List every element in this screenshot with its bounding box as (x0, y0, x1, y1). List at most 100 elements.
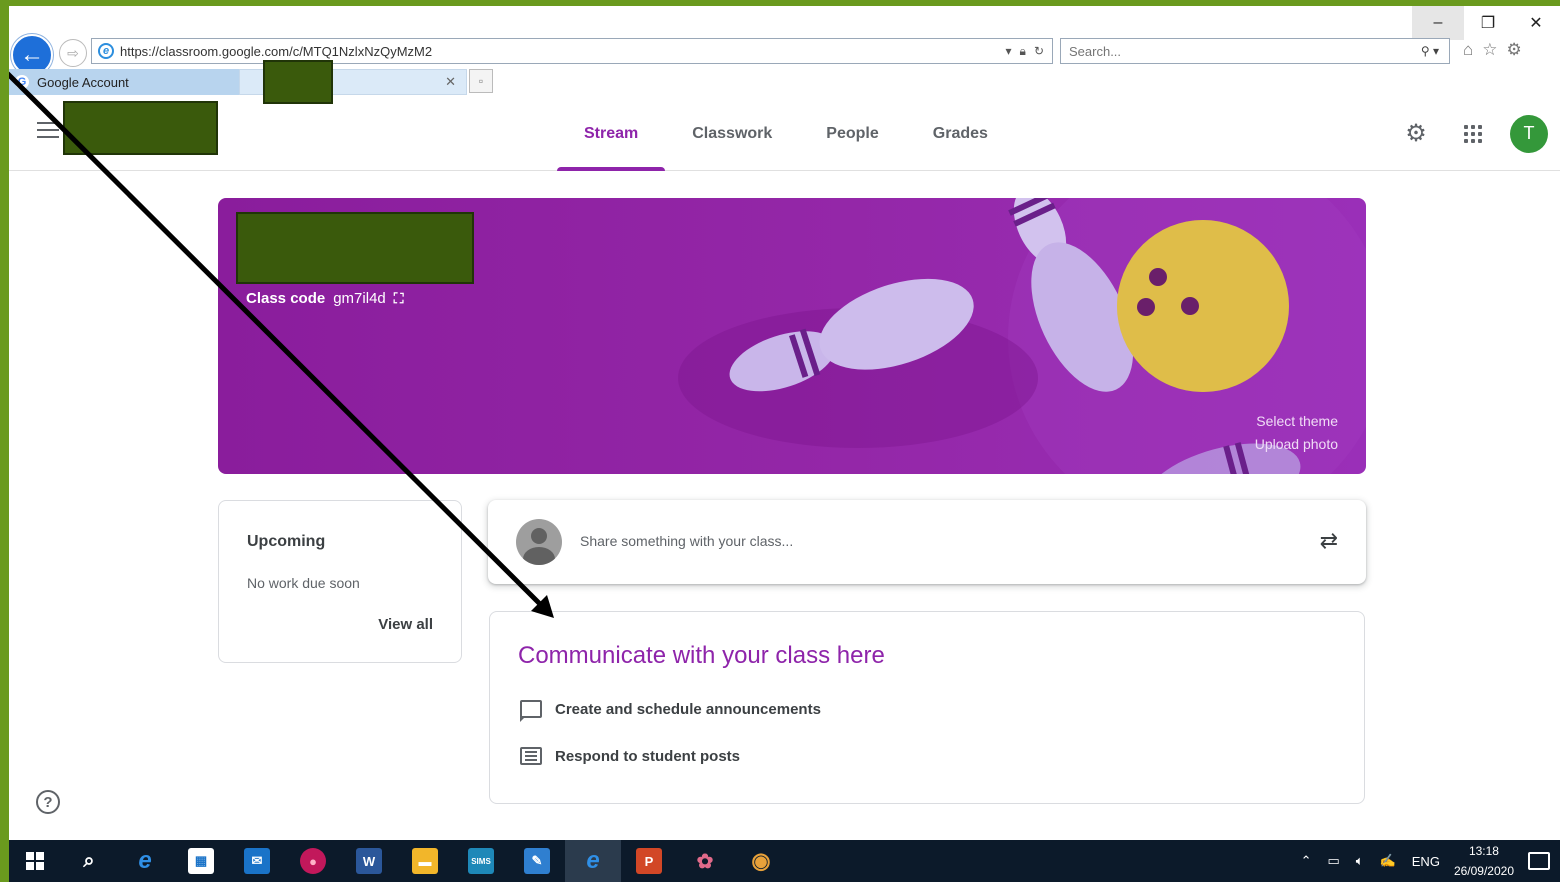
share-box[interactable]: Share something with your class... ⇄ (488, 500, 1366, 584)
app-red-taskbar-button[interactable]: ● (285, 840, 341, 882)
new-tab-icon: ▫ (478, 74, 484, 88)
edge-taskbar-button[interactable]: e (117, 840, 173, 882)
classroom-nav: Stream Classwork People Grades (557, 96, 1015, 171)
notes-taskbar-button[interactable]: ✎ (509, 840, 565, 882)
tab-grades[interactable]: Grades (906, 96, 1015, 171)
tab-stream[interactable]: Stream (557, 96, 666, 171)
forward-button[interactable]: ⇨ (59, 39, 87, 67)
explorer-taskbar-button[interactable]: ▬ (397, 840, 453, 882)
dropdown-icon[interactable]: ▾ (1006, 44, 1012, 59)
windows-logo-icon (26, 852, 44, 870)
share-placeholder[interactable]: Share something with your class... (580, 533, 793, 549)
list-item-label: Create and schedule announcements (555, 700, 821, 718)
explorer-icon: ▬ (412, 848, 438, 874)
word-icon: W (356, 848, 382, 874)
word-taskbar-button[interactable]: W (341, 840, 397, 882)
chevron-up-icon[interactable]: ⌃ (1301, 853, 1312, 869)
url-text[interactable]: https://classroom.google.com/c/MTQ1NzlxN… (120, 44, 1006, 59)
upcoming-card: Upcoming No work due soon View all (218, 500, 462, 663)
notifications-icon[interactable] (1528, 852, 1550, 870)
class-code-value: gm7il4d (333, 290, 386, 307)
menu-icon[interactable] (37, 122, 59, 138)
system-tray: ⌃ ▭ 🔈︎ ✍ ENG 13:18 26/09/2020 (1293, 840, 1560, 882)
fullscreen-icon[interactable]: ⛶ (394, 290, 404, 307)
window-controls: – ❐ ✕ (1412, 6, 1560, 40)
settings-gear-icon[interactable]: ⚙ (1404, 121, 1428, 146)
pen-icon[interactable]: ✍ (1380, 853, 1396, 869)
mail-taskbar-button[interactable]: ✉ (229, 840, 285, 882)
arrow-left-icon: ← (20, 41, 44, 68)
communicate-card: Communicate with your class here Create … (489, 611, 1365, 804)
powerpoint-icon: P (636, 848, 662, 874)
minimize-button[interactable]: – (1412, 6, 1464, 40)
class-code: Class code gm7il4d ⛶ (246, 290, 404, 307)
browser-toolbar-icons: ⌂ ☆ ⚙ (1463, 40, 1522, 60)
apps-grid-icon[interactable] (1464, 124, 1482, 143)
paint-taskbar-button[interactable]: ✿ (677, 840, 733, 882)
ie-icon: e (586, 847, 600, 874)
view-all-link[interactable]: View all (378, 616, 433, 633)
star-icon[interactable]: ☆ (1482, 40, 1497, 60)
volume-icon[interactable]: 🔈︎ (1356, 853, 1364, 869)
tab-close-icon[interactable]: ✕ (445, 74, 456, 90)
clock-time: 13:18 (1468, 844, 1499, 858)
start-button[interactable] (9, 840, 61, 882)
google-favicon-icon: G (15, 75, 29, 89)
search-icon[interactable]: ⚲ ▾ (1421, 44, 1449, 58)
new-tab-button[interactable]: ▫ (469, 69, 493, 93)
refresh-icon[interactable]: ↻ (1034, 44, 1044, 59)
avatar[interactable]: T (1510, 114, 1548, 153)
restore-button[interactable]: ❐ (1464, 6, 1512, 40)
communicate-title: Communicate with your class here (518, 642, 885, 669)
powerpoint-taskbar-button[interactable]: P (621, 840, 677, 882)
home-icon[interactable]: ⌂ (1463, 40, 1473, 60)
redaction-box (236, 212, 474, 284)
chat-bubble-icon (518, 698, 544, 722)
browser-chrome: – ❐ ✕ ← ⇨ e https://classroom.google.com… (9, 6, 1560, 96)
upload-photo-link[interactable]: Upload photo (1255, 433, 1338, 456)
store-icon: ▦ (188, 848, 214, 874)
app-red-icon: ● (300, 848, 326, 874)
gear-icon[interactable]: ⚙ (1507, 40, 1522, 60)
sims-taskbar-button[interactable]: SIMS (453, 840, 509, 882)
list-item: Respond to student posts (518, 745, 740, 767)
list-item-label: Respond to student posts (555, 747, 740, 765)
tab-classwork[interactable]: Classwork (665, 96, 799, 171)
mail-icon: ✉ (244, 848, 270, 874)
search-icon: ⌕ (83, 849, 95, 872)
edge-icon: e (138, 847, 152, 874)
lock-icon[interactable]: 🔒︎ (1020, 44, 1026, 59)
redaction-box (63, 101, 218, 155)
upcoming-subtitle: No work due soon (247, 575, 360, 591)
screen: – ❐ ✕ ← ⇨ e https://classroom.google.com… (9, 6, 1560, 882)
address-tools: ▾ 🔒︎ ↻ (1006, 44, 1052, 59)
select-theme-link[interactable]: Select theme (1255, 410, 1338, 433)
banner-links: Select theme Upload photo (1255, 410, 1338, 456)
address-bar[interactable]: e https://classroom.google.com/c/MTQ1Nzl… (91, 38, 1053, 64)
language-indicator[interactable]: ENG (1412, 854, 1440, 869)
windows-taskbar: ⌕ e ▦ ✉ ● W ▬ SIMS ✎ e P ✿ ◉ ⌃ ▭ 🔈︎ ✍ ENG 13:18 26/0… (9, 840, 1560, 882)
ie-icon: e (98, 43, 114, 59)
tab-people[interactable]: People (799, 96, 905, 171)
redaction-box (263, 60, 333, 104)
ie-taskbar-button[interactable]: e (565, 840, 621, 882)
search-box[interactable]: ⚲ ▾ (1060, 38, 1450, 64)
repost-icon[interactable]: ⇄ (1320, 528, 1338, 554)
tab-google-account[interactable]: G Google Account (9, 69, 239, 95)
store-taskbar-button[interactable]: ▦ (173, 840, 229, 882)
notes-icon: ✎ (524, 848, 550, 874)
battery-icon[interactable]: ▭ (1327, 853, 1339, 869)
chrome-taskbar-button[interactable]: ◉ (733, 840, 789, 882)
clock[interactable]: 13:18 26/09/2020 (1454, 841, 1514, 881)
close-button[interactable]: ✕ (1512, 6, 1560, 40)
help-icon[interactable]: ? (36, 790, 60, 814)
tab-label: Google Account (37, 74, 129, 90)
search-taskbar-button[interactable]: ⌕ (61, 840, 117, 882)
search-input[interactable] (1069, 43, 1421, 59)
paint-icon: ✿ (696, 850, 714, 873)
posts-icon (518, 745, 544, 767)
clock-date: 26/09/2020 (1453, 864, 1514, 878)
user-avatar-icon (516, 519, 562, 565)
upcoming-title: Upcoming (247, 533, 326, 550)
taskbar-apps: ⌕ e ▦ ✉ ● W ▬ SIMS ✎ e P ✿ ◉ (61, 840, 789, 882)
